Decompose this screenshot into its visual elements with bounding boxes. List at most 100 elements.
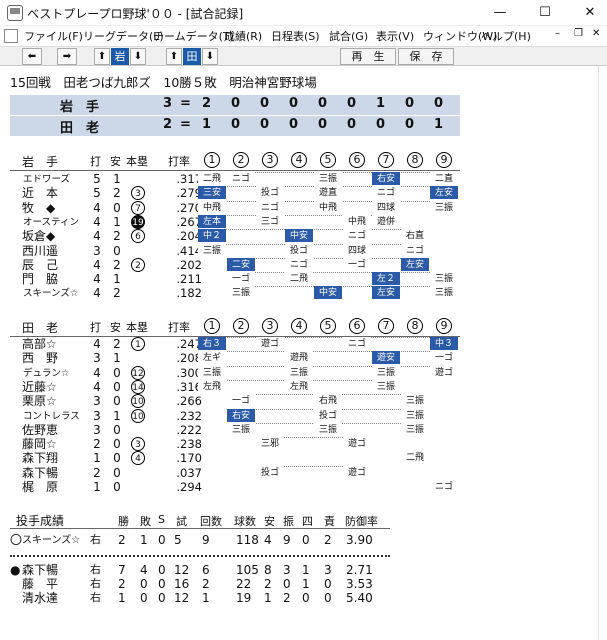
at-bat-result: 右飛 xyxy=(314,394,342,408)
pitcher-stat: 0 xyxy=(158,591,166,605)
batter-row[interactable]: 辰 己 4 2 2.202 二安 ニゴ 一ゴ 左安 xyxy=(10,257,460,272)
batter-hits: 0 xyxy=(113,200,121,215)
prev-arrow-icon[interactable]: ⬅ xyxy=(22,48,42,65)
batter-homeruns: 12 xyxy=(131,365,145,380)
batter-row[interactable]: 坂倉◆ 4 2 6 .204 中２ 中安 ニゴ 右直 xyxy=(10,229,460,244)
mdi-close-icon[interactable]: ✕ xyxy=(592,28,600,39)
at-bat-result: ニゴ xyxy=(430,480,458,493)
batter-row[interactable]: 栗原☆ 3 0 10 .266 一ゴ 右飛 三振 xyxy=(10,394,460,409)
pitcher-row[interactable]: 〇スキーンズ☆ 右 2 1 0 5 9 118 4 9 0 2 3.90 xyxy=(10,533,460,547)
scoreboard-inning: 1 xyxy=(376,96,386,111)
away-team-button[interactable]: 田 xyxy=(183,48,201,65)
header-divider xyxy=(10,170,460,171)
batter-avg: .267 xyxy=(176,214,202,229)
batter-homeruns: 1 xyxy=(131,337,145,351)
home-down-icon[interactable]: ⬇ xyxy=(130,48,146,65)
inning-number: 2 xyxy=(233,152,249,168)
pitcher-row[interactable]: ● 森下暢右 7 4 0 12 6 105 8 3 1 3 2.71 xyxy=(10,563,460,577)
away-down-icon[interactable]: ⬇ xyxy=(202,48,218,65)
batter-row[interactable]: デュラン☆ 4 0 12.300 三振 三振 三振 遊ゴ xyxy=(10,365,460,380)
batter-at-bats: 4 xyxy=(93,229,101,244)
home-team-button[interactable]: 岩 xyxy=(111,48,129,65)
batter-row[interactable]: 西川遥 3 0 .414 三振 投ゴ 四球 ニゴ xyxy=(10,243,460,258)
replay-button[interactable]: 再 生 xyxy=(340,48,396,65)
batter-avg: .182 xyxy=(176,286,202,301)
pitcher-stat: 1 xyxy=(140,533,148,547)
mdi-minimize-icon[interactable]: – xyxy=(555,28,560,39)
inning-number: 2 xyxy=(233,318,249,334)
batter-hits: 0 xyxy=(113,379,121,394)
progress-dots xyxy=(212,229,415,231)
scoreboard-inning: 0 xyxy=(260,96,270,111)
doc-icon[interactable] xyxy=(4,29,18,43)
batter-row[interactable]: 梶 原 1 0 .294 ニゴ xyxy=(10,480,460,494)
batter-row[interactable]: 近 本 5 2 3 .279 三安 投ゴ 遊直 ニゴ 左安 xyxy=(10,186,460,201)
pitcher-row[interactable]: 清水達右 1 0 0 12 1 19 1 2 0 0 5.40 xyxy=(10,591,460,605)
batter-name: 牧 ◆ xyxy=(22,200,56,215)
pitcher-name: 藤 平 xyxy=(22,577,59,591)
pitcher-row[interactable]: 藤 平右 2 0 0 16 2 22 2 0 1 0 3.53 xyxy=(10,577,460,591)
save-button[interactable]: 保 存 xyxy=(398,48,454,65)
progress-dots xyxy=(212,243,415,245)
batter-row[interactable]: 藤岡☆ 2 0 3 .238 三邪 遊ゴ xyxy=(10,437,460,452)
batter-row[interactable]: 高部☆ 4 2 1 .247 右３ 遊ゴ ニゴ 中３ xyxy=(10,337,460,351)
batter-homeruns: 6 xyxy=(131,229,145,244)
at-bat-result: ニゴ xyxy=(401,243,429,257)
pitcher-stat: 6 xyxy=(202,563,210,577)
pitching-title: 投手成績 xyxy=(16,514,65,528)
pitching-col-header: S xyxy=(158,513,165,526)
menu-help[interactable]: ヘルプ(H) xyxy=(481,28,531,44)
at-bat-result: 二飛 xyxy=(198,172,226,185)
pitching-col-header: 防御率 xyxy=(345,515,378,528)
batter-row[interactable]: 牧 ◆ 4 0 7.270 中飛 ニゴ 中飛 四球 三振 xyxy=(10,200,460,215)
minimize-button[interactable]: — xyxy=(485,3,515,23)
scoreboard-inning: 0 xyxy=(318,117,328,132)
home-up-icon[interactable]: ⬆ xyxy=(94,48,110,65)
at-bat-result: 三振 xyxy=(227,286,255,300)
batter-row[interactable]: エドワーズ 5 1 .317 二飛 ニゴ 三振 右安 二直 xyxy=(10,172,460,186)
pitcher-stat: 7 xyxy=(118,563,126,577)
batter-row[interactable]: 森下暢 2 0 .037 投ゴ 遊ゴ xyxy=(10,465,460,480)
menu-stats[interactable]: 成績(R) xyxy=(224,28,262,44)
inning-number: 1 xyxy=(204,318,220,334)
batter-at-bats: 3 xyxy=(93,243,101,258)
pitcher-stat: 8 xyxy=(264,563,272,577)
menu-file[interactable]: ファイル(F) xyxy=(24,28,83,44)
next-arrow-icon[interactable]: ➡ xyxy=(57,48,77,65)
batter-avg: .222 xyxy=(176,422,202,437)
header-hits: 安 xyxy=(110,155,121,168)
batter-hits: 0 xyxy=(113,451,121,466)
batter-row[interactable]: 門 脇 4 1 .211 一ゴ 二飛 左２ 三振 xyxy=(10,272,460,286)
mdi-restore-icon[interactable]: ❐ xyxy=(574,28,583,39)
close-button[interactable]: ✕ xyxy=(575,3,605,23)
menu-team[interactable]: チームデータ(T) xyxy=(153,28,234,44)
away-up-icon[interactable]: ⬆ xyxy=(166,48,182,65)
maximize-button[interactable]: ☐ xyxy=(530,3,560,23)
at-bat-result: 一ゴ xyxy=(227,394,255,408)
at-bat-result: 遊ゴ xyxy=(343,465,371,479)
batter-avg: .317 xyxy=(176,172,202,186)
batter-avg: .279 xyxy=(176,186,202,201)
pitcher-stat: 3 xyxy=(324,563,332,577)
menu-game[interactable]: 試合(G) xyxy=(329,28,368,44)
batter-row[interactable]: 西 野 3 1 .208 左ギ 遊飛 遊安 一ゴ xyxy=(10,351,460,365)
scoreboard-eq: = xyxy=(180,96,191,111)
pitcher-stat: 5.40 xyxy=(346,591,373,605)
menu-schedule[interactable]: 日程表(S) xyxy=(271,28,320,44)
header-hr: 本塁 xyxy=(126,321,148,334)
batter-row[interactable]: コントレラス 3 1 10 .232 右安 投ゴ 三振 xyxy=(10,408,460,423)
batter-avg: .170 xyxy=(176,451,202,466)
batter-row[interactable]: 森下翔 1 0 4 .170 二飛 xyxy=(10,451,460,466)
batter-row[interactable]: オースティン 4 1 19 .267 左本 三ゴ 中飛 遊併 xyxy=(10,214,460,229)
batter-row[interactable]: 近藤☆ 4 0 14.316 左飛 左飛 三振 xyxy=(10,379,460,394)
menu-view[interactable]: 表示(V) xyxy=(376,28,414,44)
batter-row[interactable]: スキーンズ☆ 4 2 .182 三振 中安 左安 三振 xyxy=(10,286,460,300)
at-bat-result: 右３ xyxy=(198,337,226,350)
pitcher-stat: 0 xyxy=(140,577,148,591)
batter-avg: .037 xyxy=(176,465,202,480)
batter-row[interactable]: 佐野恵 3 0 .222 三振 三振 三振 xyxy=(10,422,460,437)
inning-number: 7 xyxy=(378,152,394,168)
scrollbar[interactable] xyxy=(598,66,607,640)
scoreboard-runs: 3 xyxy=(163,96,173,111)
menu-league[interactable]: リーグデータ(L) xyxy=(83,28,164,44)
